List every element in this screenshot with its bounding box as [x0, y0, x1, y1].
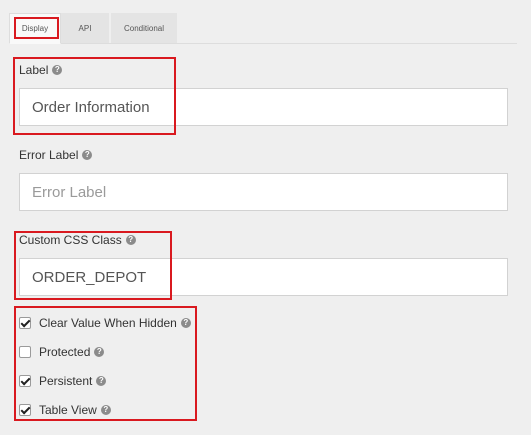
checkbox-protected[interactable]: Protected ? [19, 345, 105, 359]
tab-conditional-label: Conditional [123, 24, 165, 33]
checkbox-label: Persistent [39, 374, 93, 388]
help-icon[interactable]: ? [82, 150, 93, 160]
tab-display-label: Display [21, 24, 49, 33]
checkbox-table-view[interactable]: Table View ? [19, 403, 111, 417]
checkbox-icon[interactable] [19, 375, 31, 387]
checkbox-icon[interactable] [19, 317, 31, 329]
label-input[interactable] [19, 88, 508, 126]
help-icon[interactable]: ? [52, 65, 63, 75]
error-label-input[interactable] [19, 173, 508, 211]
checkbox-label: Table View [39, 403, 97, 417]
label-field-label-text: Label [19, 63, 49, 77]
help-icon[interactable]: ? [180, 318, 191, 328]
help-icon[interactable]: ? [96, 376, 107, 386]
custom-css-field-label-text: Custom CSS Class [19, 233, 122, 247]
checkbox-clear-value-when-hidden[interactable]: Clear Value When Hidden ? [19, 316, 191, 330]
tab-conditional[interactable]: Conditional [111, 13, 177, 44]
checkbox-label: Clear Value When Hidden [39, 316, 177, 330]
error-label-field-label-text: Error Label [19, 148, 79, 162]
tab-api[interactable]: API [61, 13, 109, 44]
help-icon[interactable]: ? [94, 347, 105, 357]
checkbox-persistent[interactable]: Persistent ? [19, 374, 107, 388]
checkbox-icon[interactable] [19, 404, 31, 416]
label-field-label: Label ? [19, 63, 63, 77]
tab-bar: Display API Conditional [9, 13, 177, 44]
checkbox-label: Protected [39, 345, 91, 359]
tab-display[interactable]: Display [9, 13, 61, 44]
help-icon[interactable]: ? [125, 235, 136, 245]
error-label-field-label: Error Label ? [19, 148, 93, 162]
help-icon[interactable]: ? [100, 405, 111, 415]
checkbox-icon[interactable] [19, 346, 31, 358]
custom-css-input[interactable] [19, 258, 508, 296]
tab-divider [61, 43, 517, 44]
custom-css-field-label: Custom CSS Class ? [19, 233, 136, 247]
tab-api-label: API [78, 24, 92, 33]
